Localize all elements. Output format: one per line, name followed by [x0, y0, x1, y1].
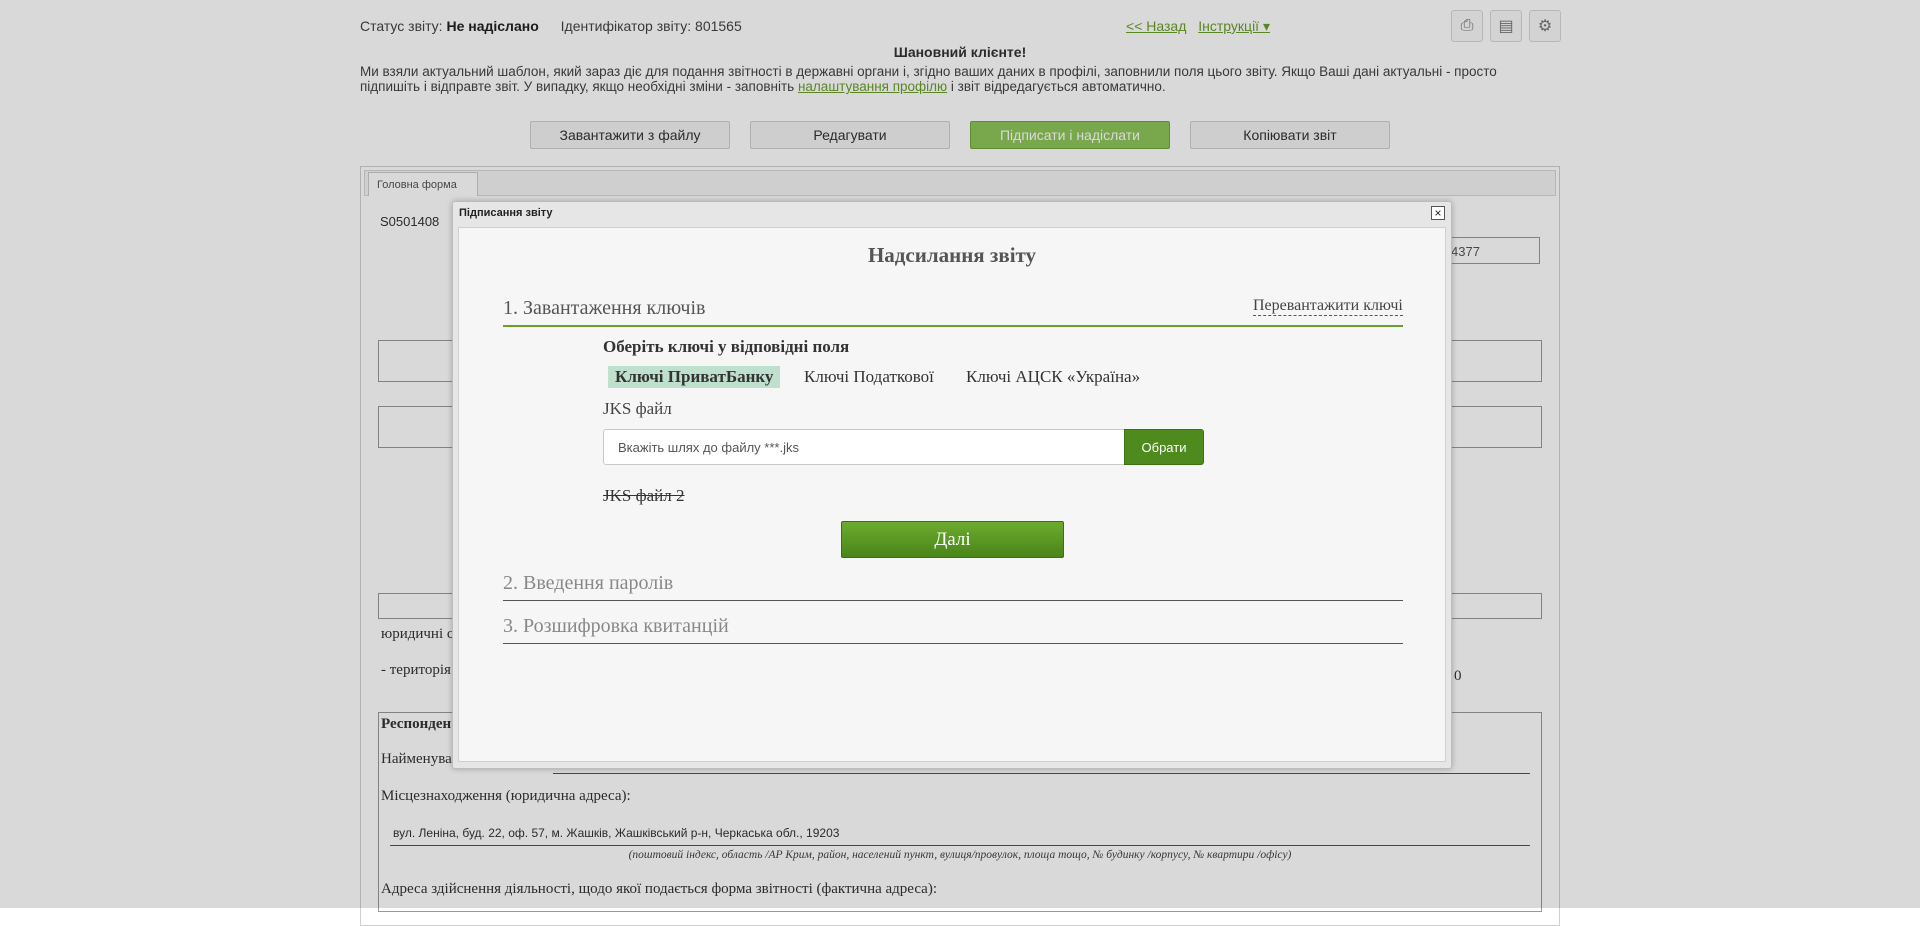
choose-keys-label: Оберіть ключі у відповідні поля: [603, 337, 850, 356]
jks-file-path-input[interactable]: [603, 429, 1125, 465]
next-button[interactable]: Далі: [841, 521, 1064, 558]
step-3-divider: [503, 643, 1403, 644]
step-2-title[interactable]: 2. Введення паролів: [503, 572, 673, 595]
close-button[interactable]: ×: [1431, 206, 1445, 220]
tab-tax-keys[interactable]: Ключі Податкової: [797, 366, 941, 388]
dialog-title: Підписання звіту: [459, 207, 553, 219]
step-2-divider: [503, 600, 1403, 601]
choose-file-button[interactable]: Обрати: [1124, 429, 1204, 465]
tab-acsk-ukraine-keys[interactable]: Ключі АЦСК «Україна»: [959, 366, 1147, 388]
reload-keys-link[interactable]: Перевантажити ключі: [1253, 297, 1403, 316]
jks-file-label: JKS файл: [603, 399, 672, 418]
step-3-title[interactable]: 3. Розшифровка квитанцій: [503, 615, 729, 638]
jks-file-2-label: JKS файл 2: [603, 486, 685, 505]
close-icon: ×: [1434, 206, 1442, 220]
dialog-heading: Надсилання звіту: [867, 243, 1037, 267]
step-1-divider: [503, 325, 1403, 327]
tab-privatbank-keys[interactable]: Ключі ПриватБанку: [608, 366, 781, 388]
step-1-title[interactable]: 1. Завантаження ключів: [503, 297, 706, 320]
